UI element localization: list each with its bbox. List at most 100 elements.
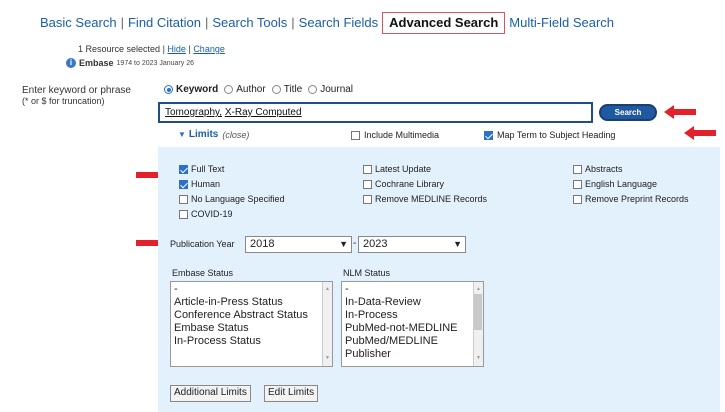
radio-unselected-icon	[224, 85, 234, 94]
human-checkbox[interactable]	[179, 179, 188, 189]
radio-author-label: Author	[236, 84, 266, 95]
list-item[interactable]: PubMed-not-MEDLINE	[345, 322, 480, 335]
tab-find-citation[interactable]: Find Citation	[124, 13, 205, 33]
radio-title[interactable]: Title	[271, 84, 303, 95]
year-range-separator: -	[353, 238, 357, 249]
year-from-value: 2018	[250, 238, 275, 250]
chevron-down-icon: ▼	[339, 239, 348, 249]
edit-limits-button[interactable]: Edit Limits	[264, 385, 319, 402]
publication-year-from-select[interactable]: 2018 ▼	[245, 236, 352, 253]
triangle-down-icon: ▼	[178, 130, 186, 139]
limit-no-language[interactable]: No Language Specified	[179, 194, 285, 204]
radio-title-label: Title	[283, 84, 303, 95]
list-item[interactable]: In-Process	[345, 309, 480, 322]
limit-cochrane[interactable]: Cochrane Library	[363, 179, 444, 189]
hide-link[interactable]: Hide	[167, 44, 186, 54]
list-item[interactable]: In-Data-Review	[345, 296, 480, 309]
info-icon[interactable]: i	[66, 58, 76, 68]
abstracts-label: Abstracts	[585, 164, 623, 174]
radio-unselected-icon	[308, 85, 318, 94]
limits-close-link[interactable]: (close)	[222, 130, 249, 140]
publication-year-to-select[interactable]: 2023 ▼	[358, 236, 466, 253]
truncation-hint: (* or $ for truncation)	[22, 96, 105, 106]
covid-label: COVID-19	[191, 209, 233, 219]
resource-count: 1 Resource selected	[78, 44, 161, 54]
tab-advanced-search[interactable]: Advanced Search	[382, 12, 506, 34]
database-range: 1974 to 2023 January 26	[116, 59, 194, 67]
scrollbar[interactable]	[322, 282, 332, 366]
resource-selection: 1 Resource selected | Hide | Change	[78, 44, 225, 54]
search-tabs: Basic Search | Find Citation | Search Tools |…	[36, 12, 618, 34]
map-term-option[interactable]: Map Term to Subject Heading	[484, 130, 615, 140]
radio-keyword[interactable]: Keyword	[164, 84, 218, 95]
additional-limits-button[interactable]: Additional Limits	[170, 385, 251, 402]
embase-status-listbox[interactable]: - Article-in-Press Status Conference Abs…	[170, 281, 333, 367]
limits-toggle[interactable]: ▼ Limits (close)	[178, 129, 249, 140]
resource-separator: |	[162, 44, 165, 54]
abstracts-checkbox[interactable]	[573, 164, 582, 174]
tab-search-fields[interactable]: Search Fields	[295, 13, 382, 33]
list-item[interactable]: -	[345, 283, 480, 296]
limit-latest-update[interactable]: Latest Update	[363, 164, 431, 174]
query-term-2: X-Ray Computed	[224, 107, 302, 118]
embase-status-title: Embase Status	[172, 268, 234, 278]
tab-multi-field-search[interactable]: Multi-Field Search	[505, 13, 618, 33]
tab-basic-search[interactable]: Basic Search	[36, 13, 121, 33]
list-item[interactable]: Publisher	[345, 348, 480, 361]
list-item[interactable]: Conference Abstract Status	[174, 309, 329, 322]
full-text-checkbox[interactable]	[179, 164, 188, 174]
change-link[interactable]: Change	[193, 44, 225, 54]
list-item[interactable]: In-Process Status	[174, 335, 329, 348]
radio-journal[interactable]: Journal	[308, 84, 353, 95]
limit-abstracts[interactable]: Abstracts	[573, 164, 623, 174]
remove-preprint-label: Remove Preprint Records	[585, 194, 689, 204]
limit-human[interactable]: Human	[179, 179, 220, 189]
keyword-label: Enter keyword or phrase	[22, 85, 131, 96]
covid-checkbox[interactable]	[179, 209, 188, 219]
limit-covid[interactable]: COVID-19	[179, 209, 233, 219]
scrollbar[interactable]	[473, 282, 483, 366]
limit-remove-preprint[interactable]: Remove Preprint Records	[573, 194, 689, 204]
query-term-1: Tomography,	[165, 107, 223, 118]
nlm-status-title: NLM Status	[343, 268, 391, 278]
radio-author[interactable]: Author	[224, 84, 266, 95]
list-item[interactable]: Article-in-Press Status	[174, 296, 329, 309]
cochrane-label: Cochrane Library	[375, 179, 445, 189]
list-item[interactable]: Embase Status	[174, 322, 329, 335]
radio-unselected-icon	[271, 85, 281, 94]
include-multimedia-option[interactable]: Include Multimedia	[351, 130, 439, 140]
remove-medline-label: Remove MEDLINE Records	[375, 194, 488, 204]
search-mode-radios: Keyword Author Title Journal	[164, 84, 353, 95]
no-language-label: No Language Specified	[191, 194, 285, 204]
database-name: Embase	[79, 58, 114, 68]
list-item[interactable]: PubMed/MEDLINE	[345, 335, 480, 348]
resource-separator: |	[188, 44, 191, 54]
limit-english[interactable]: English Language	[573, 179, 657, 189]
publication-year-label: Publication Year	[170, 239, 235, 249]
cochrane-checkbox[interactable]	[363, 179, 372, 189]
map-term-label: Map Term to Subject Heading	[497, 130, 616, 140]
scrollbar-thumb[interactable]	[474, 294, 482, 330]
tab-search-tools[interactable]: Search Tools	[208, 13, 291, 33]
nlm-status-listbox[interactable]: - In-Data-Review In-Process PubMed-not-M…	[341, 281, 484, 367]
arrow-map-term-icon	[684, 126, 716, 140]
list-item[interactable]: -	[174, 283, 329, 296]
map-term-checkbox[interactable]	[484, 130, 493, 140]
latest-update-checkbox[interactable]	[363, 164, 372, 174]
search-button[interactable]: Search	[599, 104, 657, 121]
full-text-label: Full Text	[191, 164, 225, 174]
include-multimedia-checkbox[interactable]	[351, 130, 360, 140]
chevron-down-icon: ▼	[453, 239, 462, 249]
year-to-value: 2023	[363, 238, 388, 250]
human-label: Human	[191, 179, 221, 189]
remove-medline-checkbox[interactable]	[363, 194, 372, 204]
limit-remove-medline[interactable]: Remove MEDLINE Records	[363, 194, 487, 204]
database-info: i Embase 1974 to 2023 January 26	[66, 58, 194, 68]
limit-full-text[interactable]: Full Text	[179, 164, 224, 174]
english-checkbox[interactable]	[573, 179, 582, 189]
no-language-checkbox[interactable]	[179, 194, 188, 204]
remove-preprint-checkbox[interactable]	[573, 194, 582, 204]
radio-journal-label: Journal	[320, 84, 354, 95]
search-input[interactable]: Tomography, X-Ray Computed	[158, 102, 593, 123]
english-label: English Language	[585, 179, 658, 189]
